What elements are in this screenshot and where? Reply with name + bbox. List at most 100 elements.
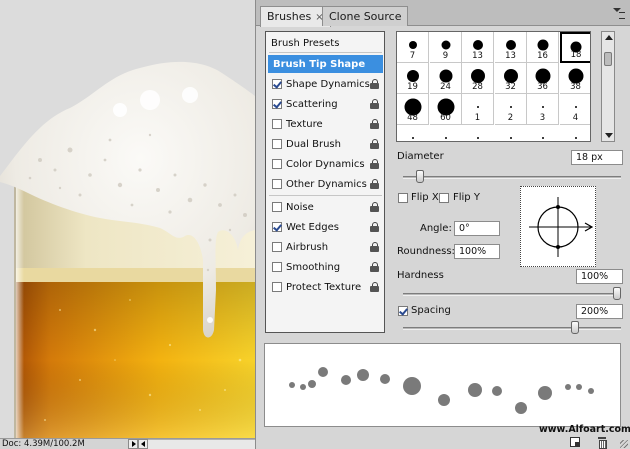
option-label: Dual Brush — [286, 138, 341, 150]
option-scattering[interactable]: Scattering — [266, 95, 384, 113]
option-airbrush[interactable]: Airbrush — [266, 238, 384, 256]
brush-tip-60[interactable]: 60 — [430, 94, 462, 125]
airbrush-checkbox[interactable] — [272, 242, 282, 252]
option-noise[interactable]: Noise — [266, 198, 384, 216]
scroll-down-icon[interactable] — [605, 133, 613, 138]
roundness-field[interactable]: 100% — [454, 244, 500, 259]
option-label: Color Dynamics — [286, 158, 365, 170]
brush-tip-24[interactable]: 24 — [430, 63, 462, 94]
brush-tip-dot — [470, 69, 485, 83]
brush-tip-7[interactable]: 7 — [397, 32, 429, 63]
resize-grip-icon[interactable] — [620, 440, 628, 448]
scroll-left-icon[interactable] — [138, 439, 148, 449]
brush-tip-size: 13 — [505, 51, 516, 61]
roundness-handle-bottom[interactable] — [556, 245, 560, 249]
smoothing-checkbox[interactable] — [272, 262, 282, 272]
document-canvas[interactable] — [0, 0, 255, 438]
brush-tip-36[interactable]: 36 — [527, 63, 559, 94]
brush-tip-13[interactable]: 13 — [495, 32, 527, 63]
option-wet-edges[interactable]: Wet Edges — [266, 218, 384, 236]
lock-icon[interactable] — [370, 282, 379, 292]
new-brush-icon[interactable] — [570, 437, 580, 447]
brush-tip-13[interactable]: 13 — [462, 32, 494, 63]
other-dynamics-checkbox[interactable] — [272, 179, 282, 189]
lock-icon[interactable] — [370, 79, 379, 89]
option-label: Protect Texture — [286, 281, 362, 293]
lock-icon[interactable] — [370, 139, 379, 149]
option-shape-dynamics[interactable]: Shape Dynamics — [266, 75, 384, 93]
texture-checkbox[interactable] — [272, 119, 282, 129]
noise-checkbox[interactable] — [272, 202, 282, 212]
option-label: Airbrush — [286, 241, 329, 253]
hardness-slider-thumb[interactable] — [613, 287, 621, 300]
lock-icon[interactable] — [370, 262, 379, 272]
lock-icon[interactable] — [370, 202, 379, 212]
flip-y-checkbox[interactable] — [439, 193, 449, 203]
hardness-field[interactable]: 100% — [576, 269, 623, 284]
lock-icon[interactable] — [370, 242, 379, 252]
wet-edges-checkbox[interactable] — [272, 222, 282, 232]
option-protect-texture[interactable]: Protect Texture — [266, 278, 384, 296]
option-other-dynamics[interactable]: Other Dynamics — [266, 175, 384, 193]
dual-brush-checkbox[interactable] — [272, 139, 282, 149]
angle-roundness-widget[interactable] — [520, 186, 596, 267]
brush-tip-16[interactable]: 16 — [527, 32, 559, 63]
tab-clone-source[interactable]: Clone Source — [322, 6, 409, 26]
brush-tip-4[interactable]: 4 — [560, 94, 590, 125]
list-divider — [269, 195, 382, 196]
brush-tip-2[interactable]: 2 — [495, 94, 527, 125]
lock-icon[interactable] — [370, 222, 379, 232]
brush-tip-dot — [542, 137, 544, 139]
option-texture[interactable]: Texture — [266, 115, 384, 133]
brush-tip-9[interactable]: 9 — [430, 32, 462, 63]
brush-tip-dot — [476, 106, 479, 108]
brush-tip-dot — [441, 40, 450, 50]
hardness-slider[interactable] — [403, 293, 621, 296]
scroll-thumb[interactable] — [604, 52, 612, 66]
lock-icon[interactable] — [370, 99, 379, 109]
spacing-field[interactable]: 200% — [576, 304, 623, 319]
shape-dynamics-checkbox[interactable] — [272, 79, 282, 89]
brush-tip-19[interactable]: 19 — [397, 63, 429, 94]
status-menu-arrow-icon[interactable] — [128, 439, 138, 449]
option-color-dynamics[interactable]: Color Dynamics — [266, 155, 384, 173]
angle-field[interactable]: 0° — [454, 221, 500, 236]
tab-brushes[interactable]: Brushes × — [260, 6, 331, 27]
spacing-checkbox[interactable] — [398, 306, 408, 316]
brush-tip-28[interactable]: 28 — [462, 63, 494, 94]
horizontal-scrollbar[interactable] — [148, 439, 255, 449]
trash-icon[interactable] — [597, 437, 607, 449]
spacing-slider[interactable] — [403, 327, 621, 330]
panel-menu-icon[interactable] — [613, 8, 625, 19]
brush-tip-48[interactable]: 48 — [397, 94, 429, 125]
option-label: Brush Presets — [271, 37, 340, 49]
spacing-slider-thumb[interactable] — [571, 321, 579, 334]
lock-icon[interactable] — [370, 119, 379, 129]
brush-stroke-preview — [264, 343, 621, 427]
diameter-slider[interactable] — [403, 176, 621, 179]
brush-tip-3[interactable]: 3 — [527, 94, 559, 125]
brush-tip-size: 4 — [572, 113, 579, 123]
flip-x-checkbox[interactable] — [398, 193, 408, 203]
roundness-handle-top[interactable] — [556, 205, 560, 209]
protect-texture-checkbox[interactable] — [272, 282, 282, 292]
brush-tip-32[interactable]: 32 — [495, 63, 527, 94]
lock-icon[interactable] — [370, 159, 379, 169]
option-brush-tip-shape[interactable]: Brush Tip Shape — [268, 55, 383, 73]
brush-tip-size: 2 — [507, 113, 514, 123]
brush-tip-18[interactable]: 18 — [560, 32, 590, 63]
diameter-slider-thumb[interactable] — [416, 170, 424, 183]
color-dynamics-checkbox[interactable] — [272, 159, 282, 169]
option-brush-presets[interactable]: Brush Presets — [266, 34, 384, 52]
scroll-up-icon[interactable] — [605, 35, 613, 40]
scattering-checkbox[interactable] — [272, 99, 282, 109]
brush-tip-1[interactable]: 1 — [462, 94, 494, 125]
brush-tip-size: 36 — [537, 82, 548, 92]
lock-icon[interactable] — [370, 179, 379, 189]
diameter-field[interactable]: 18 px — [571, 150, 623, 165]
brush-grid-scrollbar[interactable] — [601, 31, 615, 142]
option-smoothing[interactable]: Smoothing — [266, 258, 384, 276]
brush-tip-size: 3 — [539, 113, 546, 123]
brush-tip-38[interactable]: 38 — [560, 63, 590, 94]
option-dual-brush[interactable]: Dual Brush — [266, 135, 384, 153]
